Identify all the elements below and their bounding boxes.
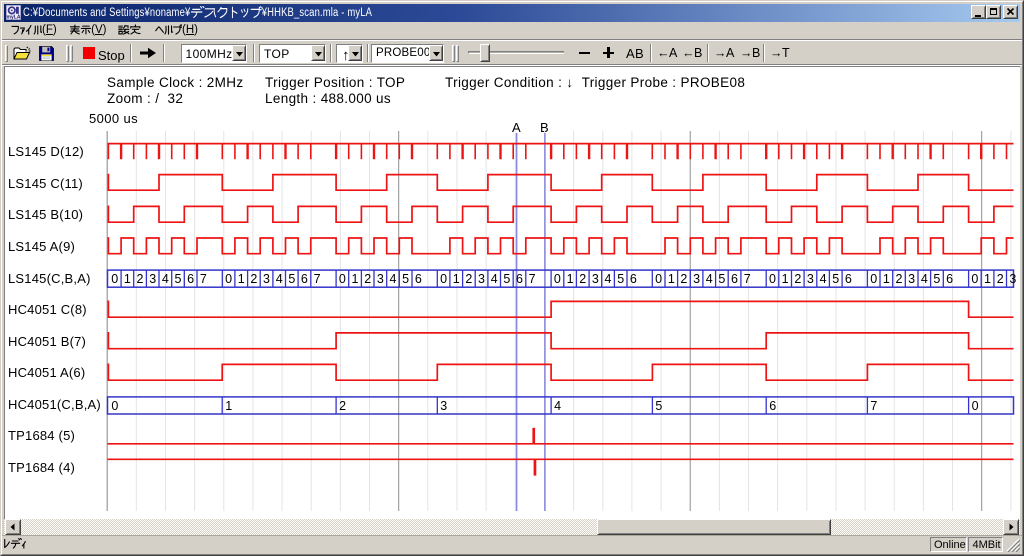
svg-text:1: 1 (668, 272, 675, 286)
svg-text:2: 2 (896, 272, 903, 286)
svg-text:6: 6 (516, 272, 523, 286)
svg-text:1: 1 (453, 272, 460, 286)
svg-text:5: 5 (617, 272, 624, 286)
svg-text:1: 1 (352, 272, 359, 286)
svg-text:3: 3 (1009, 272, 1016, 286)
svg-text:6: 6 (187, 272, 194, 286)
svg-text:5: 5 (718, 272, 725, 286)
svg-text:3: 3 (440, 399, 447, 413)
svg-text:0: 0 (111, 272, 118, 286)
svg-text:1: 1 (238, 272, 245, 286)
svg-text:1: 1 (567, 272, 574, 286)
svg-text:2: 2 (250, 272, 257, 286)
svg-text:4: 4 (706, 272, 713, 286)
svg-text:3: 3 (149, 272, 156, 286)
svg-text:4: 4 (820, 272, 827, 286)
svg-text:4: 4 (162, 272, 169, 286)
svg-text:5: 5 (832, 272, 839, 286)
svg-text:0: 0 (655, 272, 662, 286)
svg-text:7: 7 (870, 399, 877, 413)
svg-text:0: 0 (111, 399, 118, 413)
svg-text:2: 2 (465, 272, 472, 286)
svg-text:4: 4 (491, 272, 498, 286)
svg-text:3: 3 (263, 272, 270, 286)
svg-text:4: 4 (554, 399, 561, 413)
svg-text:6: 6 (946, 272, 953, 286)
svg-text:3: 3 (377, 272, 384, 286)
svg-text:0: 0 (440, 272, 447, 286)
svg-text:0: 0 (769, 272, 776, 286)
svg-text:1: 1 (124, 272, 131, 286)
svg-text:0: 0 (225, 272, 232, 286)
svg-text:3: 3 (592, 272, 599, 286)
svg-text:3: 3 (908, 272, 915, 286)
svg-text:3: 3 (478, 272, 485, 286)
svg-text:5: 5 (288, 272, 295, 286)
svg-text:5: 5 (655, 399, 662, 413)
svg-text:2: 2 (680, 272, 687, 286)
svg-text:1: 1 (883, 272, 890, 286)
svg-text:7: 7 (314, 272, 321, 286)
svg-text:5: 5 (503, 272, 510, 286)
svg-text:2: 2 (794, 272, 801, 286)
svg-text:4: 4 (921, 272, 928, 286)
svg-text:4: 4 (605, 272, 612, 286)
svg-text:0: 0 (554, 272, 561, 286)
svg-text:7: 7 (744, 272, 751, 286)
svg-text:1: 1 (782, 272, 789, 286)
svg-text:1: 1 (225, 399, 232, 413)
svg-text:7: 7 (200, 272, 207, 286)
svg-text:2: 2 (997, 272, 1004, 286)
svg-text:3: 3 (693, 272, 700, 286)
svg-text:2: 2 (579, 272, 586, 286)
svg-text:6: 6 (415, 272, 422, 286)
svg-text:3: 3 (807, 272, 814, 286)
svg-text:0: 0 (972, 399, 979, 413)
svg-text:0: 0 (339, 272, 346, 286)
svg-text:2: 2 (137, 272, 144, 286)
svg-text:6: 6 (301, 272, 308, 286)
svg-text:5: 5 (933, 272, 940, 286)
svg-text:4: 4 (390, 272, 397, 286)
svg-text:6: 6 (845, 272, 852, 286)
svg-text:4: 4 (276, 272, 283, 286)
svg-text:0: 0 (870, 272, 877, 286)
svg-text:5: 5 (175, 272, 182, 286)
svg-text:6: 6 (769, 399, 776, 413)
svg-text:6: 6 (630, 272, 637, 286)
svg-text:1: 1 (984, 272, 991, 286)
svg-text:5: 5 (402, 272, 409, 286)
svg-text:2: 2 (364, 272, 371, 286)
svg-text:6: 6 (731, 272, 738, 286)
svg-text:7: 7 (529, 272, 536, 286)
svg-text:2: 2 (339, 399, 346, 413)
svg-text:0: 0 (971, 272, 978, 286)
